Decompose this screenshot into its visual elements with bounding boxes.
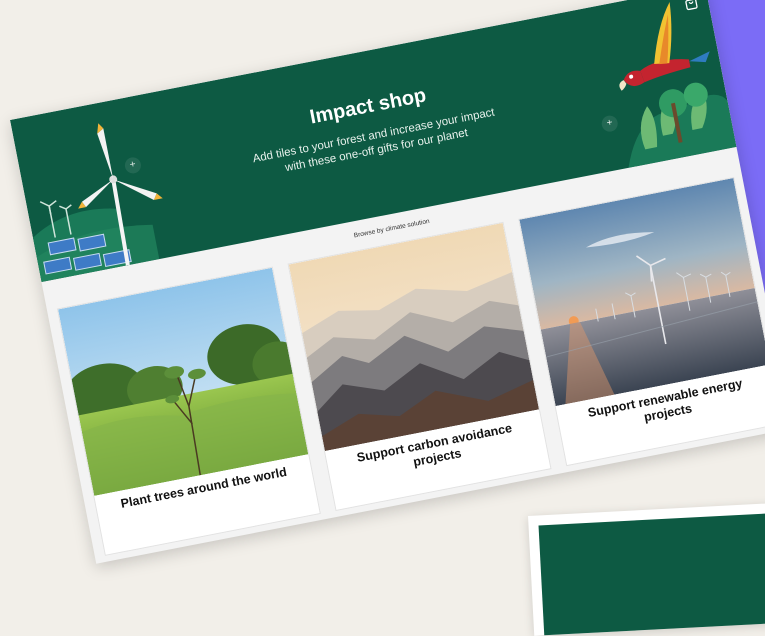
tile-renewable-energy[interactable]: Support renewable energy projects (518, 176, 765, 467)
tile-plant-trees[interactable]: Plant trees around the world (56, 266, 321, 556)
secondary-card-hero (538, 511, 765, 636)
secondary-card (528, 501, 765, 636)
tile-photo-trees (58, 267, 309, 496)
wind-turbine-illustration (32, 123, 163, 282)
parrot-illustration (619, 1, 737, 168)
impact-shop-screen: + + Impact shop Add tiles to your forest… (10, 0, 765, 564)
tile-carbon-avoidance[interactable]: Support carbon avoidance projects (287, 221, 552, 512)
tile-photo-wind-farm (519, 178, 765, 407)
tile-photo-mountains (288, 222, 539, 451)
